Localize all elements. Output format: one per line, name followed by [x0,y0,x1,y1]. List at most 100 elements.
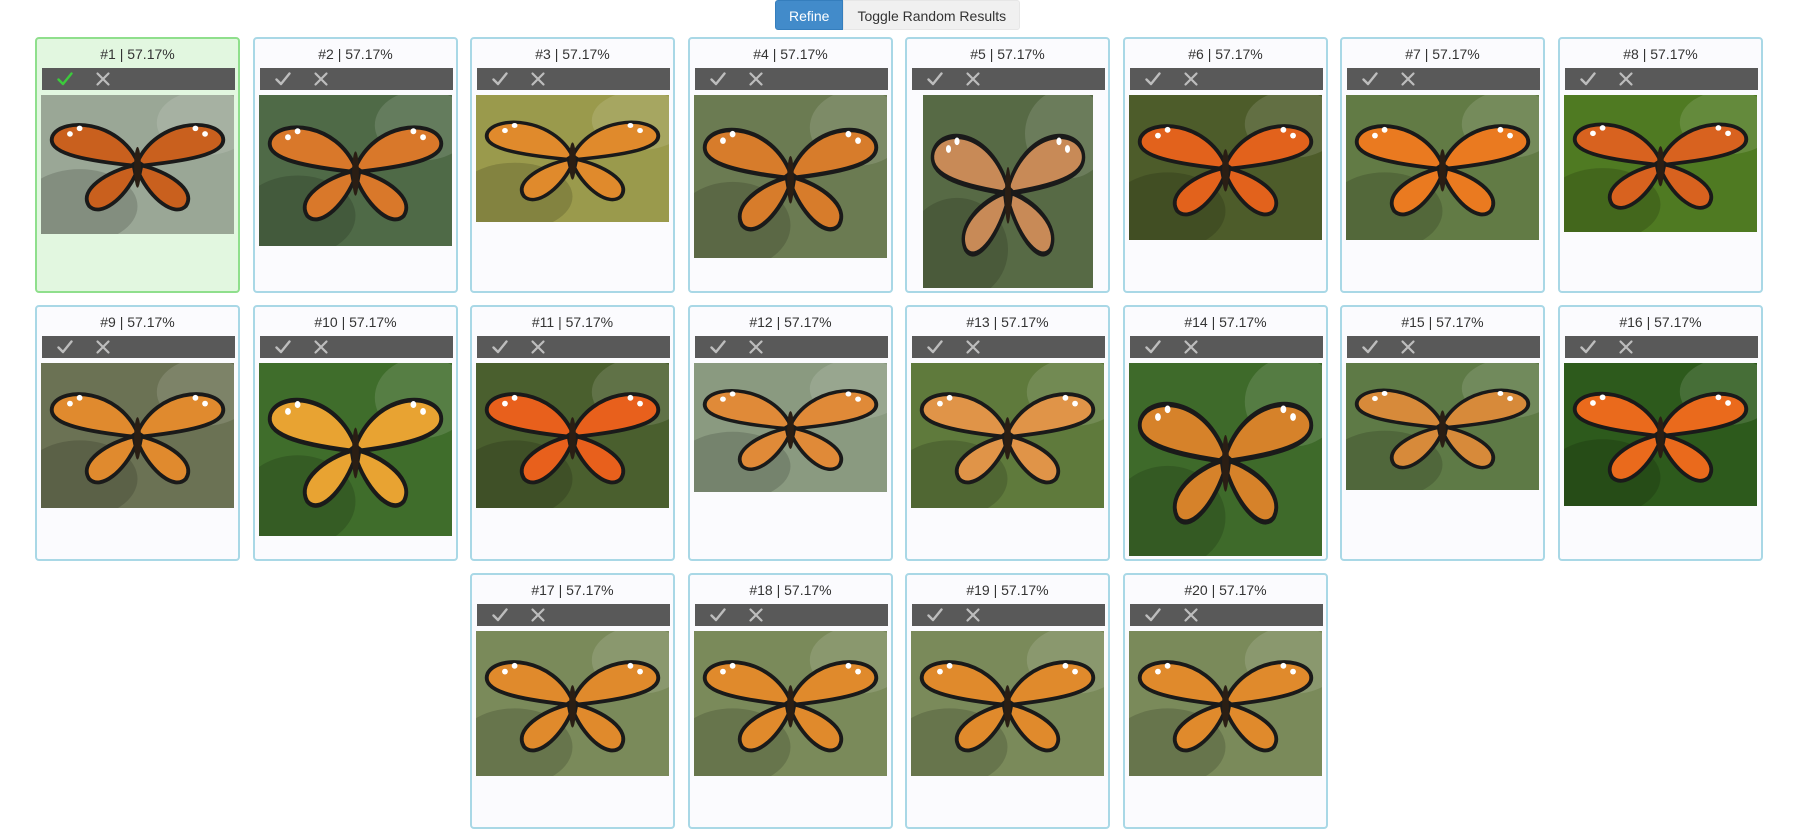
close-icon[interactable] [1183,71,1199,87]
close-icon[interactable] [1618,71,1634,87]
result-label: #14 | 57.17% [1184,314,1267,330]
butterfly-image[interactable] [259,95,452,246]
check-icon[interactable] [1580,71,1596,87]
check-icon[interactable] [1145,339,1161,355]
result-label: #2 | 57.17% [318,46,393,62]
butterfly-image[interactable] [1346,95,1539,240]
close-icon[interactable] [965,71,981,87]
result-label: #6 | 57.17% [1188,46,1263,62]
close-icon[interactable] [530,339,546,355]
close-icon[interactable] [965,607,981,623]
butterfly-image[interactable] [1564,363,1757,506]
result-card[interactable]: #3 | 57.17% [470,37,675,293]
feedback-bar [912,336,1105,358]
close-icon[interactable] [95,71,111,87]
result-card[interactable]: #15 | 57.17% [1340,305,1545,561]
result-card[interactable]: #12 | 57.17% [688,305,893,561]
result-card[interactable]: #13 | 57.17% [905,305,1110,561]
butterfly-image[interactable] [694,363,887,492]
butterfly-image[interactable] [259,363,452,536]
result-card[interactable]: #2 | 57.17% [253,37,458,293]
result-card[interactable]: #9 | 57.17% [35,305,240,561]
butterfly-image[interactable] [1129,631,1322,776]
check-icon[interactable] [57,339,73,355]
close-icon[interactable] [313,339,329,355]
check-icon[interactable] [1362,339,1378,355]
result-card[interactable]: #11 | 57.17% [470,305,675,561]
close-icon[interactable] [1400,71,1416,87]
result-card[interactable]: #18 | 57.17% [688,573,893,829]
check-icon[interactable] [927,71,943,87]
result-label: #17 | 57.17% [531,582,614,598]
butterfly-image[interactable] [41,363,234,508]
close-icon[interactable] [1400,339,1416,355]
butterfly-image[interactable] [476,631,669,776]
check-icon[interactable] [1580,339,1596,355]
check-icon[interactable] [1362,71,1378,87]
close-icon[interactable] [748,71,764,87]
close-icon[interactable] [1183,607,1199,623]
result-label: #9 | 57.17% [100,314,175,330]
feedback-bar [1130,68,1323,90]
refine-button[interactable]: Refine [775,0,844,30]
result-card[interactable]: #16 | 57.17% [1558,305,1763,561]
close-icon[interactable] [965,339,981,355]
close-icon[interactable] [530,71,546,87]
result-label: #3 | 57.17% [535,46,610,62]
butterfly-image[interactable] [476,363,669,508]
result-card[interactable]: #17 | 57.17% [470,573,675,829]
check-icon[interactable] [710,71,726,87]
check-icon[interactable] [492,71,508,87]
butterfly-image[interactable] [694,631,887,776]
feedback-bar [1565,336,1758,358]
feedback-bar [477,604,670,626]
check-icon[interactable] [1145,71,1161,87]
close-icon[interactable] [748,339,764,355]
close-icon[interactable] [95,339,111,355]
close-icon[interactable] [1183,339,1199,355]
butterfly-image[interactable] [923,95,1093,288]
butterfly-image[interactable] [911,363,1104,508]
close-icon[interactable] [1618,339,1634,355]
result-card[interactable]: #10 | 57.17% [253,305,458,561]
result-label: #20 | 57.17% [1184,582,1267,598]
check-icon[interactable] [57,71,73,87]
check-icon[interactable] [927,607,943,623]
result-label: #4 | 57.17% [753,46,828,62]
check-icon[interactable] [710,339,726,355]
butterfly-image[interactable] [694,95,887,258]
butterfly-image[interactable] [1129,95,1322,240]
result-card[interactable]: #20 | 57.17% [1123,573,1328,829]
check-icon[interactable] [1145,607,1161,623]
check-icon[interactable] [927,339,943,355]
check-icon[interactable] [275,339,291,355]
check-icon[interactable] [275,71,291,87]
check-icon[interactable] [710,607,726,623]
close-icon[interactable] [313,71,329,87]
result-card[interactable]: #4 | 57.17% [688,37,893,293]
result-label: #10 | 57.17% [314,314,397,330]
result-card[interactable]: #19 | 57.17% [905,573,1110,829]
close-icon[interactable] [748,607,764,623]
butterfly-image[interactable] [1564,95,1757,232]
result-card[interactable]: #6 | 57.17% [1123,37,1328,293]
result-card[interactable]: #1 | 57.17% [35,37,240,293]
result-card[interactable]: #14 | 57.17% [1123,305,1328,561]
butterfly-image[interactable] [476,95,669,222]
result-card[interactable]: #8 | 57.17% [1558,37,1763,293]
feedback-bar [1347,336,1540,358]
butterfly-image[interactable] [41,95,234,234]
butterfly-image[interactable] [911,631,1104,776]
feedback-bar [912,604,1105,626]
butterfly-image[interactable] [1346,363,1539,490]
feedback-bar [477,68,670,90]
result-card[interactable]: #5 | 57.17% [905,37,1110,293]
toggle-random-results-button[interactable]: Toggle Random Results [843,0,1021,30]
feedback-bar [260,336,453,358]
result-card[interactable]: #7 | 57.17% [1340,37,1545,293]
check-icon[interactable] [492,607,508,623]
feedback-bar [695,336,888,358]
check-icon[interactable] [492,339,508,355]
close-icon[interactable] [530,607,546,623]
butterfly-image[interactable] [1129,363,1322,556]
